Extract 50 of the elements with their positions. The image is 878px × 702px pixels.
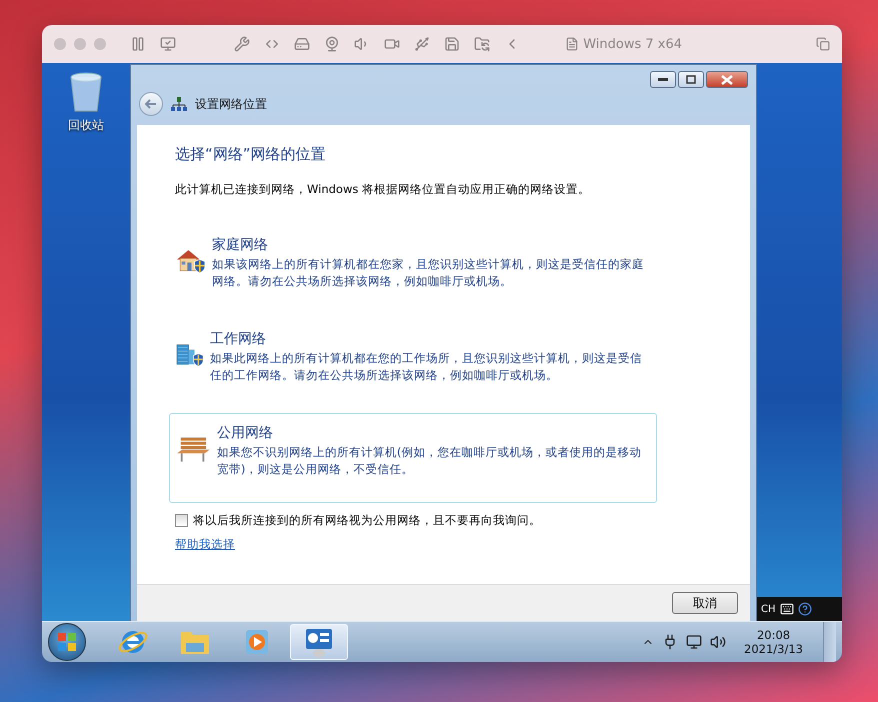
maximize-button[interactable] [678,71,704,88]
monitor-icon[interactable] [160,36,176,52]
minimize-icon [658,78,668,82]
network-location-option[interactable]: 家庭网络 如果该网络上的所有计算机都在您家，且您识别这些计算机，则这是受信任的家庭网络。请勿在公共场所选择该网络，例如咖啡厅或机场。 [169,225,657,315]
checkbox[interactable] [175,514,188,527]
help-link[interactable]: 帮助我选择 [175,537,235,552]
document-icon [565,37,580,51]
usb-icon[interactable] [414,36,430,52]
option-description: 如果您不识别网络上的所有计算机(例如，您在咖啡厅或机场，或者使用的是移动宽带)，则这是公用网络，不受信任。 [216,444,642,478]
volume-icon[interactable] [710,634,726,650]
back-arrow-icon [145,99,157,109]
intro-text: 此计算机已连接到网络，Windows 将根据网络位置自动应用正确的网络设置。 [175,182,591,197]
maximize-icon [686,75,696,84]
minimize-button[interactable] [650,71,676,88]
option-description: 如果此网络上的所有计算机都在您的工作场所，且您识别这些计算机，则这是受信任的工作网络。请勿在公共场所选择该网络，例如咖啡厅或机场。 [210,350,644,384]
language-indicator[interactable]: CH [761,604,776,614]
trash-bin-icon[interactable] [68,71,104,113]
option-title: 公用网络 [216,424,274,442]
clock-date: 2021/3/13 [744,642,803,656]
option-title: 家庭网络 [212,236,269,254]
keyboard-icon[interactable] [780,602,794,616]
help-icon[interactable] [798,602,812,616]
back-button[interactable] [139,92,163,116]
page-heading: 选择“网络”网络的位置 [175,145,327,164]
option-description: 如果该网络上的所有计算机都在您家，且您识别这些计算机，则这是受信任的家庭网络。请勿在公共场所选择该网络，例如咖啡厅或机场。 [212,256,645,290]
wrench-icon[interactable] [234,36,250,52]
clock-time: 20:08 [756,628,790,642]
option-title: 工作网络 [210,330,268,348]
close-icon [721,74,733,84]
copy-icon[interactable] [816,37,830,51]
network-location-option[interactable]: 公用网络 如果您不识别网络上的所有计算机(例如，您在咖啡厅或机场，或者使用的是移动宽带)，则这是公用网络，不受信任。 [169,413,657,503]
taskbar-button[interactable] [290,624,348,660]
network-monitor-icon[interactable] [686,634,702,650]
show-desktop-button[interactable] [823,622,836,662]
clock[interactable]: 20:08 2021/3/13 [744,628,803,656]
desktop-icon-label[interactable]: 回收站 [68,117,104,134]
network-icon [171,97,187,111]
pause-icon[interactable] [130,36,146,52]
window-title: Windows 7 x64 [583,36,682,52]
network-center-icon [303,626,335,658]
windows-logo [57,632,77,652]
cancel-button[interactable]: 取消 [672,592,738,614]
checkbox-label: 将以后我所连接到的所有网络视为公用网络，且不要再向我询问。 [193,513,541,528]
webcam-icon[interactable] [324,36,340,52]
network-location-option[interactable]: 工作网络 如果此网络上的所有计算机都在您的工作场所，且您识别这些计算机，则这是受信任的工作网络。请勿在公共场所选择该网络，例如咖啡厅或机场。 [169,319,657,409]
dialog-title: 设置网络位置 [195,96,267,112]
folder-icon[interactable] [474,36,490,52]
hard-drive-icon[interactable] [294,36,310,52]
start-button[interactable] [48,623,86,661]
close-button[interactable] [706,71,748,88]
